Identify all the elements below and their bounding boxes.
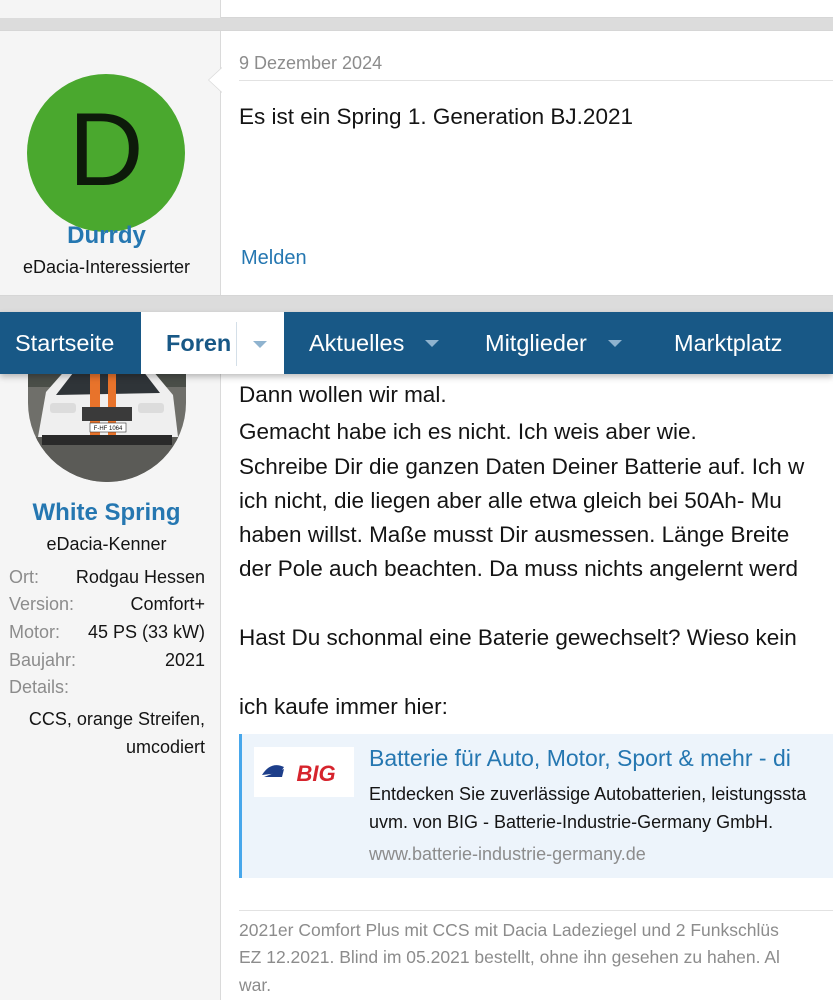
main-navigation: Startseite Foren Aktuelles Mitglieder Ma…: [0, 312, 833, 374]
avatar[interactable]: D: [27, 74, 185, 232]
preview-description: Entdecken Sie zuverlässige Autobatterien…: [369, 784, 807, 804]
info-key: Version:: [9, 594, 75, 614]
info-value: 2021: [164, 650, 205, 670]
info-key: Ort:: [9, 567, 39, 587]
nav-mitglieder[interactable]: Mitglieder: [485, 312, 622, 374]
post-line: Schreibe Dir die ganzen Daten Deiner Bat…: [239, 454, 805, 479]
preview-description: uvm. von BIG - Batterie-Industrie-German…: [369, 812, 774, 832]
info-value: 45 PS (33 kW): [87, 622, 205, 642]
user-column: D Durrdy eDacia-Interessierter: [0, 31, 221, 295]
chevron-down-icon[interactable]: [253, 341, 267, 348]
nav-label: Mitglieder: [485, 329, 587, 356]
big-logo: BIG: [254, 747, 354, 797]
post-line: Gemacht habe ich es nicht. Ich weis aber…: [239, 419, 697, 444]
report-link[interactable]: Melden: [241, 247, 307, 270]
signature-line: EZ 12.2021. Blind im 05.2021 bestellt, o…: [239, 947, 780, 967]
username-link[interactable]: Durrdy: [0, 222, 213, 250]
nav-foren[interactable]: Foren: [141, 312, 284, 374]
post-line: ich nicht, die liegen aber alle etwa gle…: [239, 488, 782, 513]
info-key: Motor:: [9, 622, 61, 642]
post-message: Es ist ein Spring 1. Generation BJ.2021: [239, 104, 633, 129]
signature-line: war.: [239, 975, 272, 995]
nav-label: Startseite: [15, 329, 115, 356]
chevron-down-icon[interactable]: [607, 339, 622, 347]
details-line: CCS, orange Streifen,: [28, 709, 205, 729]
nav-label: Marktplatz: [674, 329, 783, 356]
post-white-spring: F-HF 1064 White Spring eDacia-Kenner Ort…: [0, 337, 833, 1000]
info-value: Rodgau Hessen: [75, 567, 205, 587]
nav-label: Aktuelles: [309, 329, 405, 356]
link-preview[interactable]: BIG Batterie für Auto, Motor, Sport & me…: [239, 734, 833, 878]
avatar-letter: D: [68, 92, 144, 208]
user-title: eDacia-Interessierter: [22, 257, 191, 277]
post-date[interactable]: 9 Dezember 2024: [239, 53, 382, 74]
post-line: der Pole auch beachten. Da muss nichts a…: [239, 556, 799, 581]
user-details-value: CCS, orange Streifen, umcodiert: [9, 705, 205, 761]
logo-text: BIG: [296, 761, 335, 786]
post-line: haben willst. Maße musst Dir ausmessen. …: [239, 522, 790, 547]
previous-post-fragment: [0, 0, 833, 18]
post-durrdy: D Durrdy eDacia-Interessierter 9 Dezembe…: [0, 30, 833, 296]
nav-aktuelles[interactable]: Aktuelles: [309, 312, 440, 374]
details-line: umcodiert: [125, 737, 205, 757]
user-column: F-HF 1064 White Spring eDacia-Kenner Ort…: [0, 337, 221, 1000]
post-line: ich kaufe immer hier:: [239, 694, 448, 719]
info-key: Baujahr:: [9, 650, 77, 670]
nav-startseite[interactable]: Startseite: [15, 312, 114, 374]
user-title: eDacia-Kenner: [46, 534, 167, 554]
chevron-down-icon[interactable]: [425, 339, 440, 347]
info-key: Details:: [9, 677, 70, 697]
nav-label: Foren: [166, 329, 232, 356]
preview-url[interactable]: www.batterie-industrie-germany.de: [369, 844, 646, 865]
previous-post-user-column: [0, 0, 221, 18]
signature-divider: [239, 910, 833, 911]
post-arrow: [208, 67, 222, 93]
info-value: Comfort+: [130, 594, 205, 614]
license-plate: F-HF 1064: [94, 426, 123, 432]
nav-separator: [236, 322, 237, 366]
post-line: Hast Du schonmal eine Baterie gewechselt…: [239, 625, 797, 650]
nav-marktplatz[interactable]: Marktplatz: [674, 312, 782, 374]
username-link[interactable]: White Spring: [0, 499, 213, 527]
post-line: Dann wollen wir mal.: [239, 382, 447, 407]
divider: [239, 80, 833, 81]
preview-title-link[interactable]: Batterie für Auto, Motor, Sport & mehr -…: [369, 745, 791, 772]
signature-line: 2021er Comfort Plus mit CCS mit Dacia La…: [239, 920, 779, 940]
bull-logo-icon: BIG: [262, 761, 336, 786]
